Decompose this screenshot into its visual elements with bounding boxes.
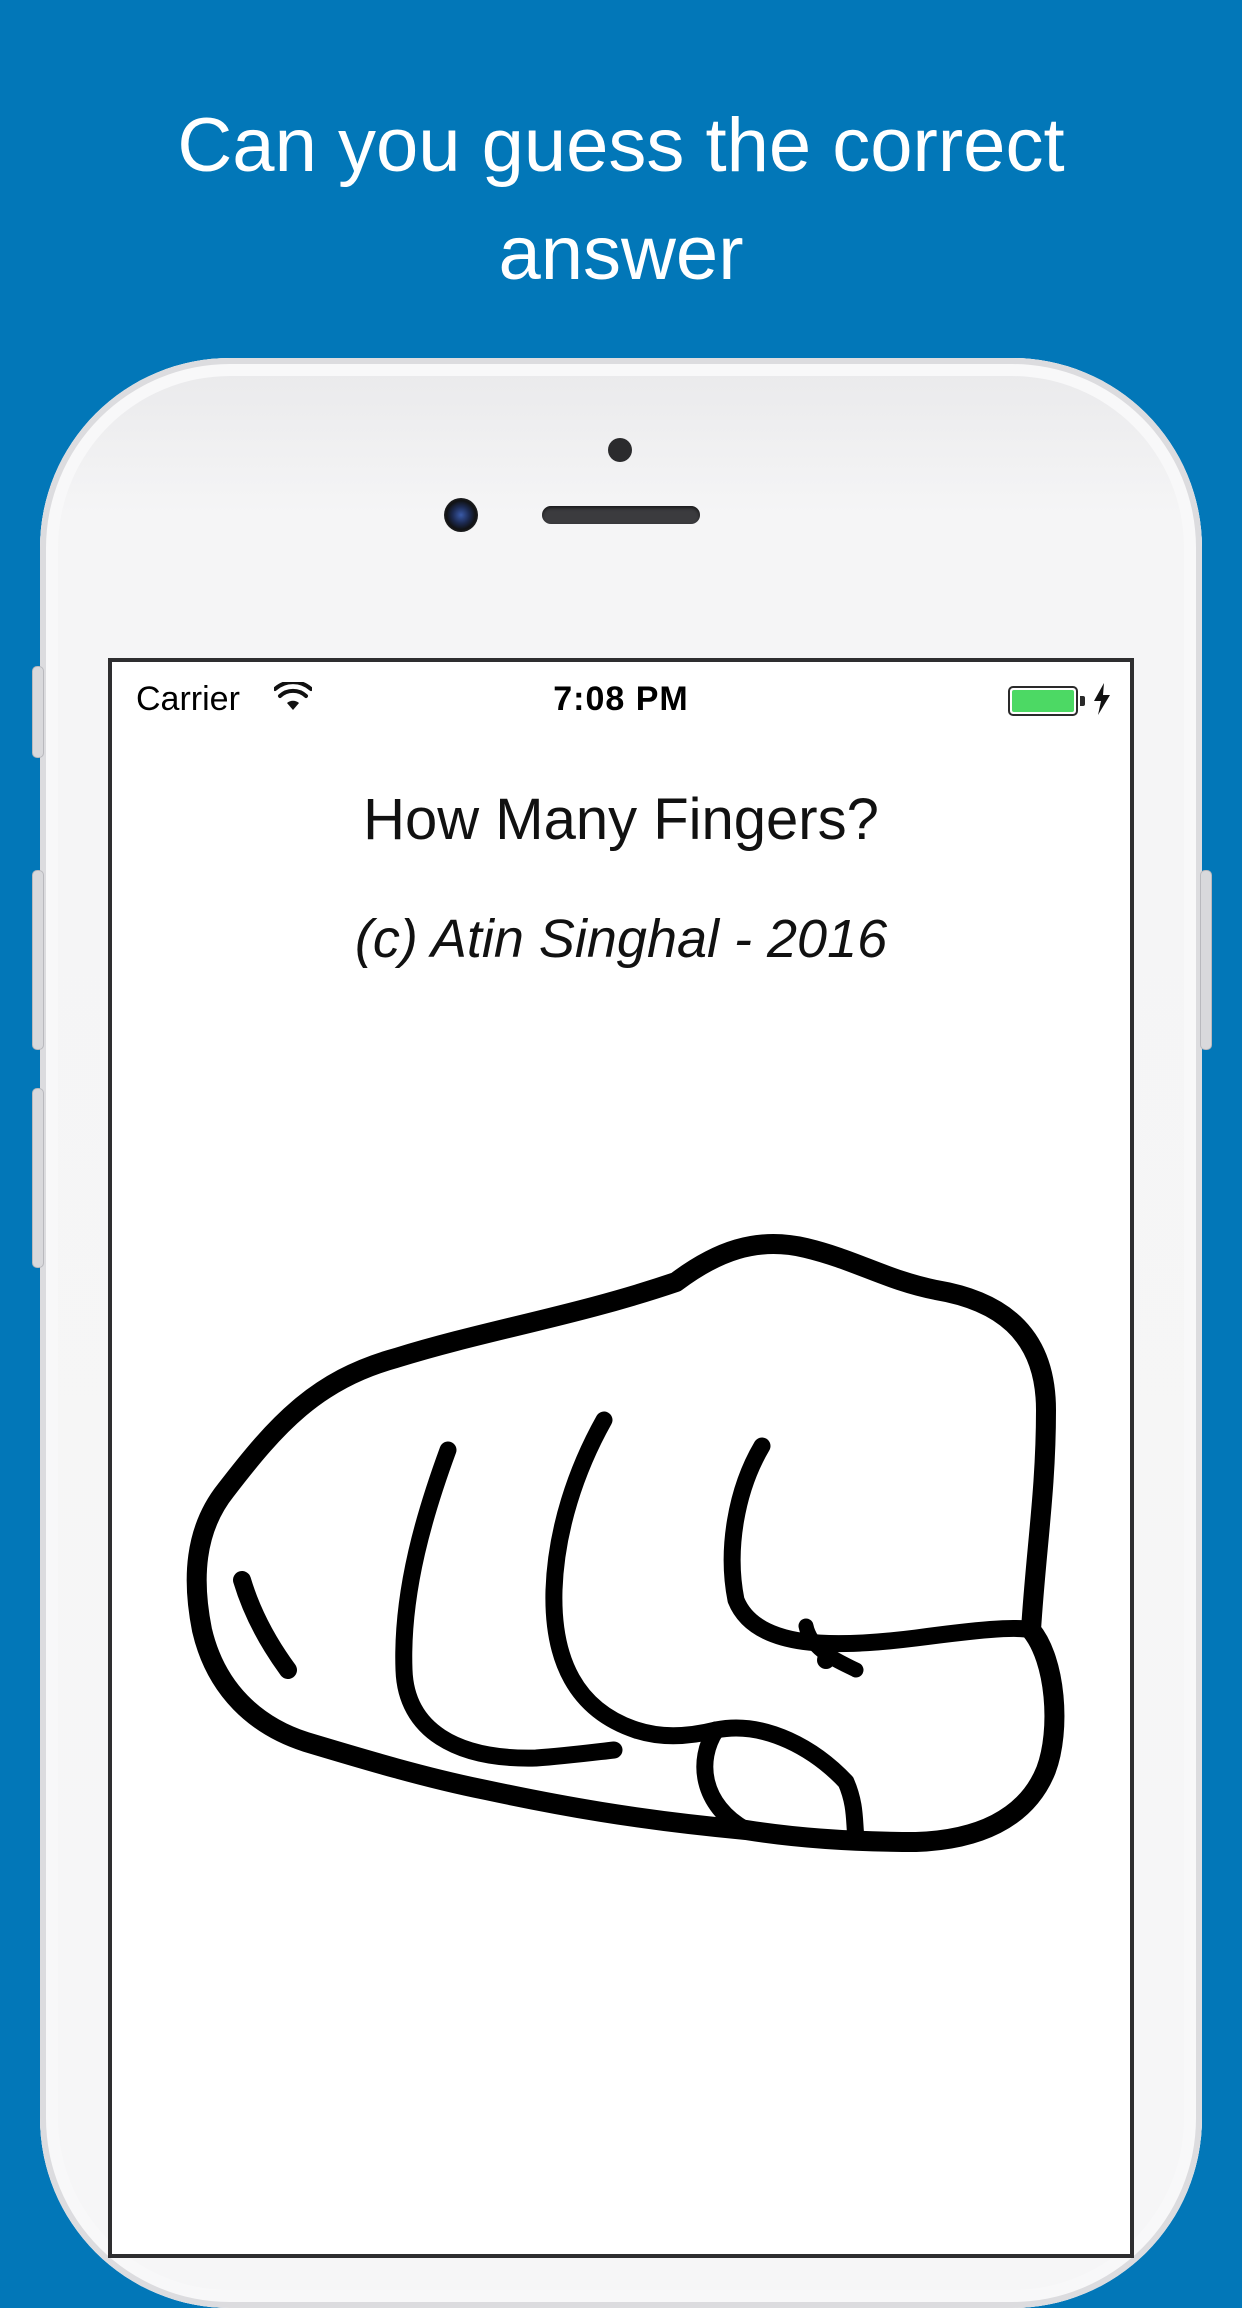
status-bar: Carrier 7:08 PM: [112, 662, 1130, 726]
front-camera-icon: [444, 498, 478, 532]
app-title: How Many Fingers?: [363, 787, 879, 852]
earpiece-speaker: [542, 506, 700, 524]
headline-line-2: answer: [498, 211, 744, 296]
status-time: 7:08 PM: [553, 680, 689, 718]
headline-line-1: Can you guess the correct: [177, 103, 1065, 188]
volume-down-button: [32, 1088, 44, 1268]
battery-tip: [1080, 696, 1085, 706]
charging-bolt-icon: [1094, 683, 1110, 715]
marketing-headline: Can you guess the correct answer: [0, 92, 1242, 308]
battery-icon: [1008, 686, 1078, 716]
volume-up-button: [32, 870, 44, 1050]
copyright-label: (c) Atin Singhal - 2016: [354, 909, 888, 969]
phone-screen: Carrier 7:08 PM How Many Fingers? (c) At…: [108, 658, 1134, 2258]
battery-level-fill: [1012, 690, 1074, 712]
fist-image: [186, 1234, 1065, 1852]
proximity-sensor: [608, 438, 632, 462]
power-button: [1200, 870, 1212, 1050]
mute-switch: [32, 666, 44, 758]
